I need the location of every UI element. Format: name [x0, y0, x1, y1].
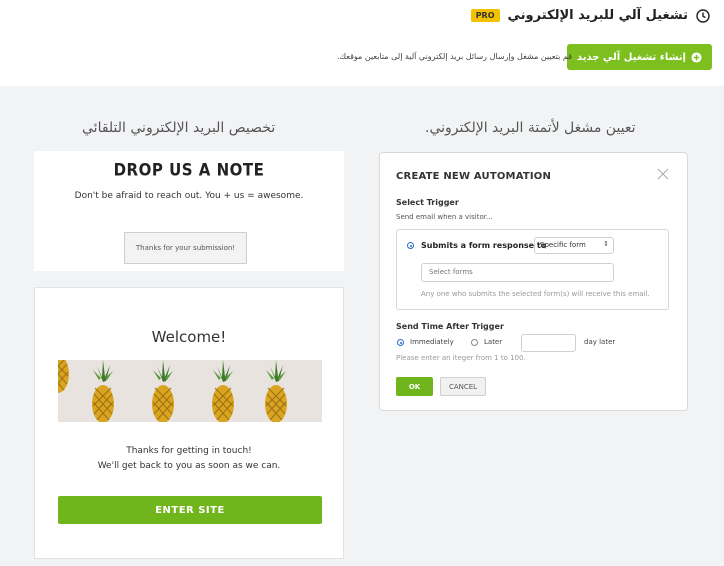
- top-header: تشغيل آلي للبريد الإلكتروني PRO إنشاء تش…: [0, 0, 724, 86]
- ok-button[interactable]: OK: [396, 377, 433, 396]
- note-subtitle: Don't be afraid to reach out. You + us =…: [74, 191, 304, 201]
- immediately-label: Immediately: [410, 338, 454, 346]
- panel-title: CREATE NEW AUTOMATION: [396, 171, 552, 182]
- welcome-email-card[interactable]: Welcome! Thanks for getting in touch! We…: [34, 287, 344, 559]
- send-when-label: Send email when a visitor...: [396, 213, 493, 221]
- pineapple-image: [58, 360, 322, 422]
- clock-icon: [696, 8, 710, 23]
- welcome-message: Thanks for getting in touch! We'll get b…: [35, 444, 343, 474]
- forms-hint: Any one who submits the selected form(s)…: [421, 290, 650, 298]
- later-label: Later: [484, 338, 503, 346]
- day-later-label: day later: [584, 338, 616, 346]
- enter-site-button[interactable]: ENTER SITE: [58, 496, 322, 524]
- select-arrows-icon: ⇕: [603, 240, 609, 248]
- trigger-heading: تعيين مشغل لأتمتة البريد الإلكتروني.: [425, 120, 636, 136]
- submit-form-radio[interactable]: [407, 242, 414, 249]
- close-icon[interactable]: [657, 168, 669, 180]
- plus-circle-icon: [691, 51, 702, 63]
- cancel-button[interactable]: CANCEL: [440, 377, 486, 396]
- create-automation-panel: CREATE NEW AUTOMATION Select Trigger Sen…: [379, 152, 688, 411]
- immediately-radio[interactable]: [397, 339, 404, 346]
- select-trigger-label: Select Trigger: [396, 198, 459, 207]
- days-hint: Please enter an itеger from 1 to 100.: [396, 354, 526, 362]
- welcome-title: Welcome!: [151, 328, 227, 346]
- create-automation-label: إنشاء تشغيل آلي جديد: [576, 51, 686, 63]
- page-description: قم بتعيين مشغل وإرسال رسائل بريد إلكترون…: [336, 52, 572, 61]
- page-title: تشغيل آلي للبريد الإلكتروني: [507, 8, 688, 23]
- submission-confirmation: Thanks for your submission!: [124, 232, 247, 264]
- pineapples-illustration: [58, 360, 288, 422]
- note-preview-card: DROP US A NOTE Don't be afraid to reach …: [34, 151, 344, 271]
- form-scope-value: Specific form: [540, 241, 586, 249]
- welcome-line-1: Thanks for getting in touch!: [126, 446, 252, 456]
- create-automation-button[interactable]: إنشاء تشغيل آلي جديد: [566, 44, 712, 70]
- submit-form-option-label: Submits a form response to: [421, 241, 547, 250]
- email-customize-heading: تخصيص البريد الإلكتروني التلقائي: [82, 120, 276, 136]
- select-forms-input[interactable]: Select forms: [421, 263, 614, 282]
- later-radio[interactable]: [471, 339, 478, 346]
- page-title-row: تشغيل آلي للبريد الإلكتروني PRO: [470, 8, 710, 23]
- note-title: DROP US A NOTE: [113, 160, 265, 180]
- trigger-options: Submits a form response to Specific form…: [396, 229, 669, 310]
- send-time-label: Send Time After Trigger: [396, 322, 504, 331]
- pro-badge: PRO: [470, 9, 500, 22]
- welcome-line-2: We'll get back to you as soon as we can.: [97, 461, 281, 471]
- form-scope-select[interactable]: Specific form ⇕: [534, 237, 614, 254]
- days-input[interactable]: [521, 334, 576, 352]
